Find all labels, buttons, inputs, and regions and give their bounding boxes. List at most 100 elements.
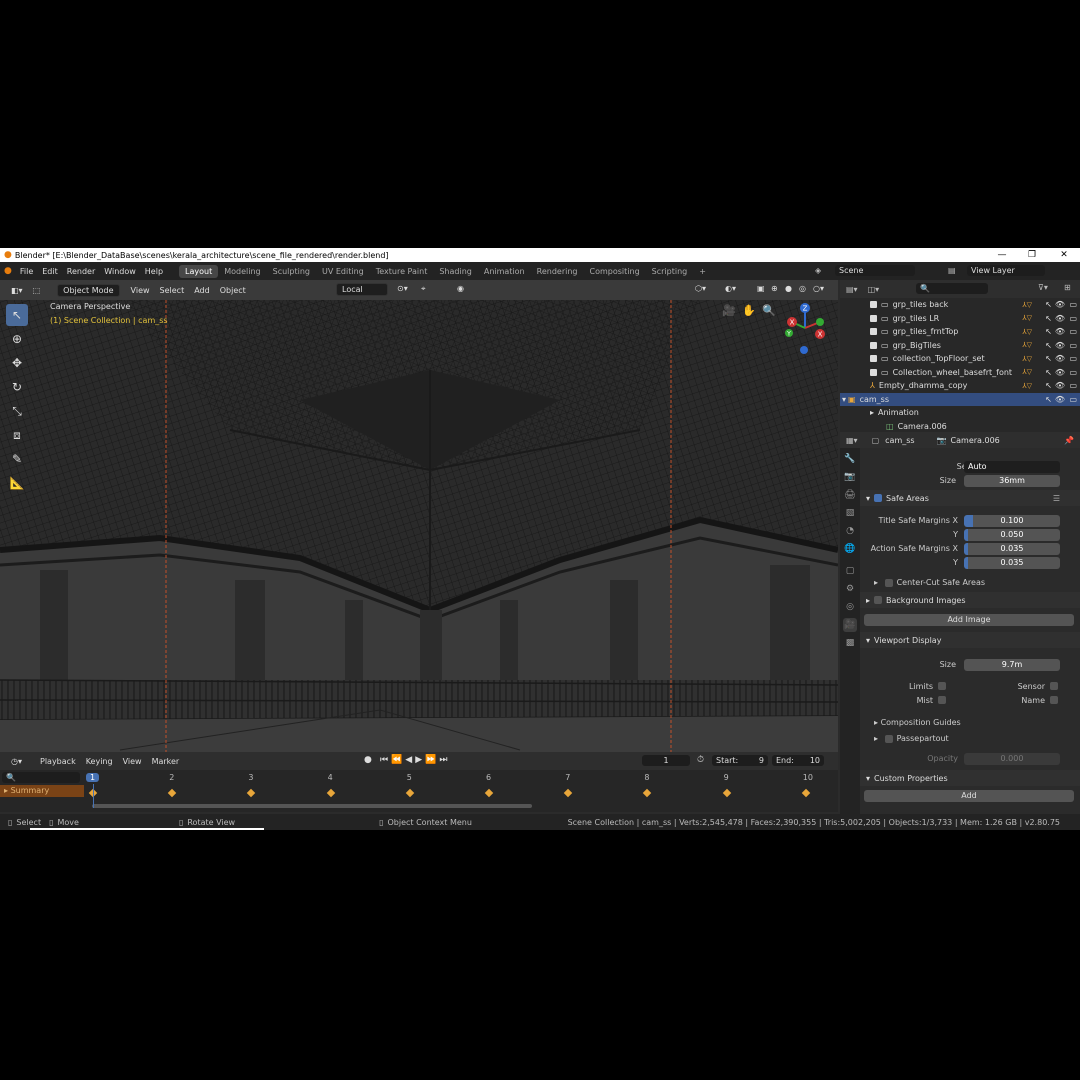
- presets-icon[interactable]: ☰: [1053, 494, 1060, 503]
- modifiers-tab-icon[interactable]: ⚙: [843, 582, 857, 596]
- editor-type-icon[interactable]: ◧▾: [6, 285, 28, 296]
- title-safe-y-field[interactable]: 0.050: [964, 529, 1060, 541]
- menu-file[interactable]: File: [20, 267, 33, 276]
- blender-menu-icon[interactable]: ●: [4, 266, 12, 276]
- viewport-menu-add[interactable]: Add: [189, 285, 215, 296]
- measure-tool-icon[interactable]: 📐: [6, 472, 28, 494]
- scale-tool-icon[interactable]: ⤡: [6, 400, 28, 422]
- object-mode-dropdown[interactable]: Object Mode: [57, 283, 120, 297]
- safe-areas-checkbox[interactable]: [874, 494, 883, 502]
- select-toggle-icon[interactable]: ↖: [1045, 381, 1052, 390]
- keyframe-diamond[interactable]: [405, 788, 415, 798]
- opacity-field[interactable]: 0.000: [964, 753, 1060, 765]
- pivot-icon[interactable]: ⊙▾: [392, 283, 413, 294]
- render-toggle-icon[interactable]: ▭: [1069, 381, 1077, 390]
- timeline-menu-playback[interactable]: Playback: [35, 756, 81, 767]
- sensor-fit-dropdown[interactable]: Auto: [964, 461, 1060, 473]
- record-icon[interactable]: ●: [364, 755, 372, 765]
- outliner[interactable]: ▤▾ ◫▾ 🔍 ⊽▾ ⊞ ▭ grp_tiles back ↖ 👁 ▭ ⅄▽ ▭ grp_ti…: [840, 280, 1080, 432]
- visibility-eye-icon[interactable]: 👁: [1055, 341, 1065, 350]
- pin-icon[interactable]: 📌: [1064, 436, 1074, 445]
- cursor-tool-icon[interactable]: ⊕: [6, 328, 28, 350]
- collection-exclude-checkbox[interactable]: [870, 341, 877, 349]
- select-mode-icon[interactable]: ⬚: [28, 285, 46, 296]
- menu-edit[interactable]: Edit: [42, 267, 58, 276]
- tab-compositing[interactable]: Compositing: [584, 265, 646, 278]
- tab-rendering[interactable]: Rendering: [531, 265, 584, 278]
- new-collection-icon[interactable]: ⊞: [1064, 283, 1071, 292]
- shading-rendered-icon[interactable]: ○▾: [808, 283, 829, 294]
- center-cut-checkbox[interactable]: [884, 578, 893, 587]
- visibility-eye-icon[interactable]: 👁: [1055, 314, 1065, 323]
- visibility-eye-icon[interactable]: 👁: [1055, 327, 1065, 336]
- gizmo-toggle-icon[interactable]: ⬡▾: [690, 283, 711, 294]
- custom-properties-panel-header[interactable]: ▾ Custom Properties: [860, 770, 1080, 786]
- outliner-row[interactable]: ▭ grp_BigTiles ↖ 👁 ▭ ⅄▽: [840, 339, 1080, 353]
- mist-checkbox[interactable]: [938, 696, 946, 704]
- keyframe-diamond[interactable]: [563, 788, 573, 798]
- properties-editor-icon[interactable]: ▦▾: [846, 436, 858, 445]
- background-images-panel-header[interactable]: ▸ Background Images: [860, 592, 1080, 608]
- minimize-button[interactable]: —: [988, 248, 1016, 262]
- snap-icon[interactable]: ⌖: [416, 283, 431, 295]
- collection-exclude-checkbox[interactable]: [870, 328, 877, 336]
- viewport-menu-select[interactable]: Select: [155, 285, 190, 296]
- texture-tab-icon[interactable]: ▩: [843, 636, 857, 650]
- collection-exclude-checkbox[interactable]: [870, 355, 877, 363]
- render-tab-icon[interactable]: 📷: [843, 470, 857, 484]
- summary-channel[interactable]: ▸ Summary: [0, 785, 84, 797]
- render-toggle-icon[interactable]: ▭: [1069, 395, 1077, 404]
- playhead[interactable]: [93, 784, 94, 808]
- outliner-row[interactable]: ▭ Collection_wheel_basefrt_font ↖ 👁 ▭ ⅄▽: [840, 366, 1080, 380]
- add-image-button[interactable]: Add Image: [864, 614, 1074, 626]
- sensor-size-field[interactable]: 36mm: [964, 475, 1060, 487]
- zoom-icon[interactable]: 🔍: [760, 302, 778, 320]
- collection-exclude-checkbox[interactable]: [870, 314, 877, 322]
- select-toggle-icon[interactable]: ↖: [1045, 300, 1052, 309]
- outliner-row[interactable]: ▭ grp_tiles back ↖ 👁 ▭ ⅄▽: [840, 298, 1080, 312]
- viewport-display-panel-header[interactable]: ▾ Viewport Display: [860, 632, 1080, 648]
- passepartout-checkbox[interactable]: [884, 734, 893, 743]
- view-layer-selector[interactable]: View Layer: [967, 265, 1045, 276]
- world-tab-icon[interactable]: 🌐: [843, 542, 857, 556]
- keyframe-diamond[interactable]: [167, 788, 177, 798]
- render-toggle-icon[interactable]: ▭: [1069, 354, 1077, 363]
- scene-selector[interactable]: Scene: [835, 265, 915, 276]
- render-toggle-icon[interactable]: ▭: [1069, 368, 1077, 377]
- end-frame-field[interactable]: End: 10: [772, 755, 824, 766]
- timeline-editor[interactable]: ◷▾ Playback Keying View Marker ● ⏮⏪◀▶⏩⏭ …: [0, 752, 838, 812]
- visibility-eye-icon[interactable]: 👁: [1055, 300, 1065, 309]
- keyframe-diamond[interactable]: [643, 788, 652, 798]
- timeline-editor-type-icon[interactable]: ◷▾: [6, 756, 27, 767]
- object-tab-icon[interactable]: ▢: [843, 564, 857, 578]
- move-tool-icon[interactable]: ✥: [6, 352, 28, 374]
- keyframe-diamond[interactable]: [722, 788, 731, 798]
- name-checkbox[interactable]: [1050, 696, 1058, 704]
- timeline-menu-marker[interactable]: Marker: [147, 756, 185, 767]
- render-toggle-icon[interactable]: ▭: [1069, 300, 1077, 309]
- composition-guides-subpanel[interactable]: ▸ Composition Guides: [874, 718, 961, 727]
- select-box-tool-icon[interactable]: ↖: [6, 304, 28, 326]
- wireframe-scene[interactable]: [0, 280, 838, 752]
- collection-exclude-checkbox[interactable]: [870, 301, 877, 309]
- passepartout-subpanel[interactable]: ▸ Passepartout: [874, 734, 949, 743]
- maximize-button[interactable]: ❐: [1018, 248, 1046, 262]
- timeline-menu-view[interactable]: View: [118, 756, 147, 767]
- tab-animation[interactable]: Animation: [478, 265, 531, 278]
- keyframe-diamond[interactable]: [247, 788, 256, 798]
- add-custom-property-button[interactable]: Add: [864, 790, 1074, 802]
- overlay-toggle-icon[interactable]: ◐▾: [720, 283, 741, 294]
- timeline-scrollbar[interactable]: [92, 804, 532, 808]
- visibility-eye-icon[interactable]: 👁: [1055, 395, 1065, 404]
- menu-help[interactable]: Help: [145, 267, 163, 276]
- keyframe-diamond[interactable]: [801, 788, 811, 798]
- camera-view-icon[interactable]: 🎥: [720, 302, 738, 320]
- select-toggle-icon[interactable]: ↖: [1045, 368, 1052, 377]
- scene-tab-icon[interactable]: ◔: [843, 524, 857, 538]
- frame-ruler[interactable]: 1 2 3 4 5 6 7 8 9 10: [84, 771, 838, 785]
- outliner-row[interactable]: ▭ collection_TopFloor_set ↖ 👁 ▭ ⅄▽: [840, 352, 1080, 366]
- playback-controls-icon[interactable]: ⏮⏪◀▶⏩⏭: [380, 755, 450, 765]
- proportional-edit-icon[interactable]: ◉: [452, 283, 469, 294]
- limits-checkbox[interactable]: [938, 682, 946, 690]
- navigation-gizmo[interactable]: Z X X Y: [780, 300, 830, 360]
